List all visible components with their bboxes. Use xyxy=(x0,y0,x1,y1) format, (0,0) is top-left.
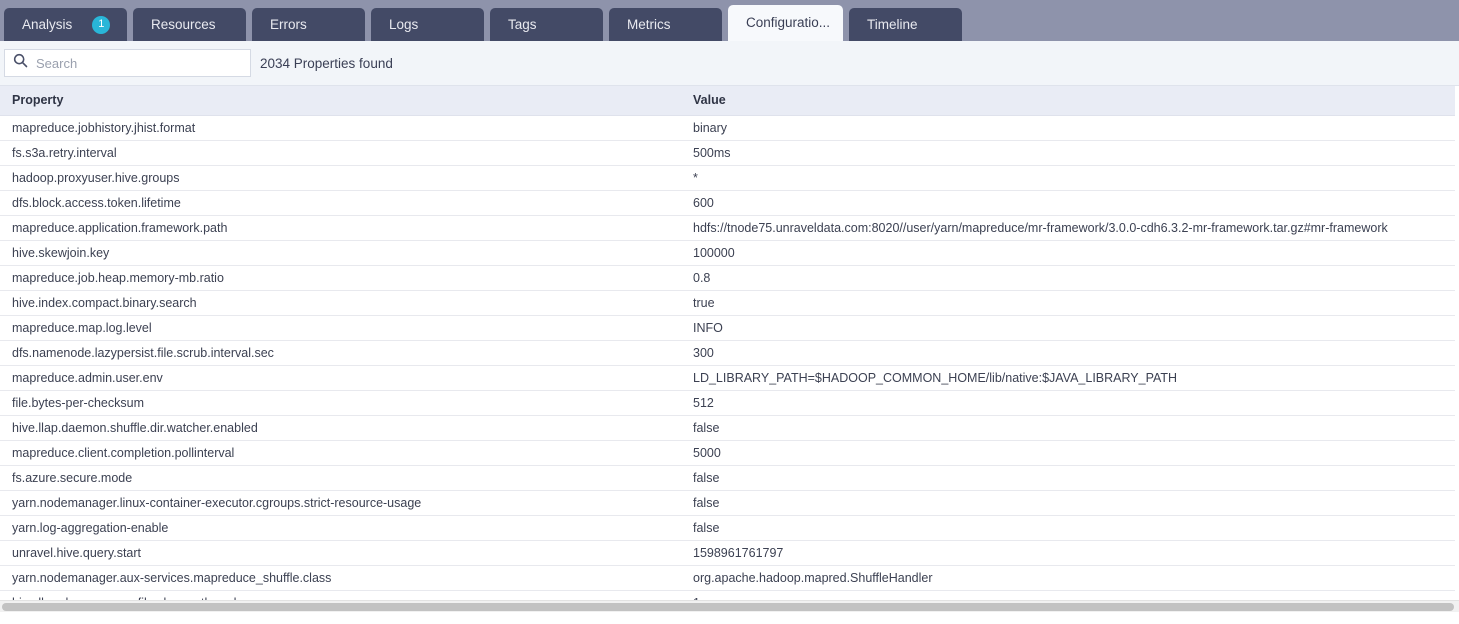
cell-value: org.apache.hadoop.mapred.ShuffleHandler xyxy=(681,565,1455,591)
cell-property: hive.skewjoin.key xyxy=(0,240,681,266)
table-row[interactable]: hive.llap.daemon.shuffle.dir.watcher.ena… xyxy=(0,415,1455,441)
properties-table: Property Value mapreduce.jobhistory.jhis… xyxy=(0,86,1455,612)
cell-property: mapreduce.admin.user.env xyxy=(0,365,681,391)
horizontal-scrollbar[interactable] xyxy=(0,600,1459,612)
search-toolbar: 2034 Properties found xyxy=(0,41,1459,86)
cell-value: binary xyxy=(681,115,1455,141)
tab-metrics[interactable]: Metrics xyxy=(609,8,722,41)
cell-property: mapreduce.job.heap.memory-mb.ratio xyxy=(0,265,681,291)
table-row[interactable]: mapreduce.map.log.level INFO xyxy=(0,315,1455,341)
tab-tags-label: Tags xyxy=(508,16,537,32)
cell-value: false xyxy=(681,415,1455,441)
tab-configuration[interactable]: Configuratio... xyxy=(728,5,843,41)
column-header-property[interactable]: Property xyxy=(0,86,681,116)
tab-resources[interactable]: Resources xyxy=(133,8,246,41)
cell-property: fs.s3a.retry.interval xyxy=(0,140,681,166)
table-row[interactable]: hive.index.compact.binary.search true xyxy=(0,290,1455,316)
table-row[interactable]: mapreduce.admin.user.env LD_LIBRARY_PATH=… xyxy=(0,365,1455,391)
cell-property: unravel.hive.query.start xyxy=(0,540,681,566)
table-row[interactable]: hive.skewjoin.key 100000 xyxy=(0,240,1455,266)
properties-found-count: 2034 Properties found xyxy=(260,55,393,71)
table-row[interactable]: mapreduce.jobhistory.jhist.format binary xyxy=(0,115,1455,141)
cell-value: 0.8 xyxy=(681,265,1455,291)
tab-metrics-label: Metrics xyxy=(627,16,671,32)
cell-value: 512 xyxy=(681,390,1455,416)
cell-property: file.bytes-per-checksum xyxy=(0,390,681,416)
tab-timeline[interactable]: Timeline xyxy=(849,8,962,41)
table-row[interactable]: hadoop.proxyuser.hive.groups * xyxy=(0,165,1455,191)
table-row[interactable]: yarn.nodemanager.linux-container-executo… xyxy=(0,490,1455,516)
cell-property: yarn.log-aggregation-enable xyxy=(0,515,681,541)
tab-analysis-label: Analysis xyxy=(22,16,73,32)
cell-value: 500ms xyxy=(681,140,1455,166)
cell-value: false xyxy=(681,515,1455,541)
cell-property: yarn.nodemanager.aux-services.mapreduce_… xyxy=(0,565,681,591)
table-row[interactable]: unravel.hive.query.start 1598961761797 xyxy=(0,540,1455,566)
search-input[interactable] xyxy=(28,51,242,75)
table-row[interactable]: dfs.block.access.token.lifetime 600 xyxy=(0,190,1455,216)
cell-property: mapreduce.client.completion.pollinterval xyxy=(0,440,681,466)
cell-value: * xyxy=(681,165,1455,191)
table-row[interactable]: mapreduce.client.completion.pollinterval… xyxy=(0,440,1455,466)
cell-value: LD_LIBRARY_PATH=$HADOOP_COMMON_HOME/lib/… xyxy=(681,365,1455,391)
cell-value: 100000 xyxy=(681,240,1455,266)
cell-property: mapreduce.jobhistory.jhist.format xyxy=(0,115,681,141)
cell-property: mapreduce.map.log.level xyxy=(0,315,681,341)
cell-value: 300 xyxy=(681,340,1455,366)
cell-value: 1598961761797 xyxy=(681,540,1455,566)
cell-value: hdfs://tnode75.unraveldata.com:8020//use… xyxy=(681,215,1455,241)
table-row[interactable]: fs.azure.secure.mode false xyxy=(0,465,1455,491)
table-row[interactable]: yarn.log-aggregation-enable false xyxy=(0,515,1455,541)
table-row[interactable]: yarn.nodemanager.aux-services.mapreduce_… xyxy=(0,565,1455,591)
cell-value: 600 xyxy=(681,190,1455,216)
tab-logs[interactable]: Logs xyxy=(371,8,484,41)
search-icon xyxy=(13,53,28,73)
tab-errors-label: Errors xyxy=(270,16,307,32)
tab-analysis[interactable]: Analysis 1 xyxy=(4,8,127,41)
table-body: mapreduce.jobhistory.jhist.format binary f… xyxy=(0,115,1455,612)
table-row[interactable]: file.bytes-per-checksum 512 xyxy=(0,390,1455,416)
cell-value: 5000 xyxy=(681,440,1455,466)
horizontal-scrollbar-thumb[interactable] xyxy=(2,603,1454,611)
tab-errors[interactable]: Errors xyxy=(252,8,365,41)
tab-strip: Analysis 1 Resources Errors Logs Tags Me… xyxy=(0,0,1459,41)
table-row[interactable]: fs.s3a.retry.interval 500ms xyxy=(0,140,1455,166)
properties-table-region: Property Value mapreduce.jobhistory.jhis… xyxy=(0,86,1459,612)
cell-value: INFO xyxy=(681,315,1455,341)
tab-configuration-label: Configuratio... xyxy=(746,15,831,31)
column-header-value[interactable]: Value xyxy=(681,86,1455,116)
table-header-row: Property Value xyxy=(0,86,1455,116)
tab-tags[interactable]: Tags xyxy=(490,8,603,41)
cell-value: false xyxy=(681,490,1455,516)
cell-property: dfs.namenode.lazypersist.file.scrub.inte… xyxy=(0,340,681,366)
cell-property: dfs.block.access.token.lifetime xyxy=(0,190,681,216)
tab-analysis-badge: 1 xyxy=(92,15,111,34)
cell-value: false xyxy=(681,465,1455,491)
table-row[interactable]: mapreduce.application.framework.path hdfs… xyxy=(0,215,1455,241)
table-row[interactable]: dfs.namenode.lazypersist.file.scrub.inte… xyxy=(0,340,1455,366)
table-row[interactable]: mapreduce.job.heap.memory-mb.ratio 0.8 xyxy=(0,265,1455,291)
cell-value: true xyxy=(681,290,1455,316)
cell-property: hadoop.proxyuser.hive.groups xyxy=(0,165,681,191)
cell-property: mapreduce.application.framework.path xyxy=(0,215,681,241)
tab-timeline-label: Timeline xyxy=(867,16,918,32)
cell-property: yarn.nodemanager.linux-container-executo… xyxy=(0,490,681,516)
tab-logs-label: Logs xyxy=(389,16,419,32)
search-box[interactable] xyxy=(4,49,251,77)
cell-property: hive.llap.daemon.shuffle.dir.watcher.ena… xyxy=(0,415,681,441)
cell-property: hive.index.compact.binary.search xyxy=(0,290,681,316)
tab-resources-label: Resources xyxy=(151,16,216,32)
cell-property: fs.azure.secure.mode xyxy=(0,465,681,491)
